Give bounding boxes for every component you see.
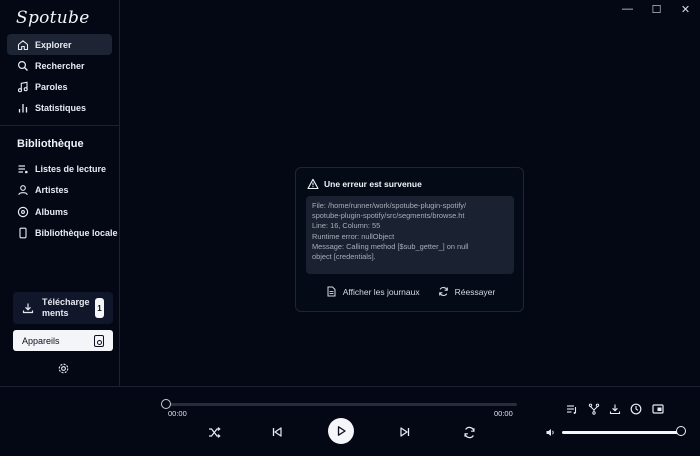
sidebar-item-paroles[interactable]: Paroles <box>7 76 112 97</box>
maximize-button[interactable]: ☐ <box>642 0 671 18</box>
shuffle-icon[interactable] <box>207 425 221 439</box>
devices-button[interactable]: Appareils <box>13 330 113 351</box>
volume-slider[interactable] <box>562 431 681 434</box>
sidebar: Spotube Explorer Rechercher Paroles Stat… <box>0 0 120 386</box>
mini-player-icon[interactable] <box>652 403 664 415</box>
next-track-icon[interactable] <box>398 425 412 439</box>
app-logo: Spotube <box>16 8 90 28</box>
sidebar-item-label: Paroles <box>35 81 68 92</box>
sidebar-item-local-library[interactable]: Bibliothèque locale <box>7 222 119 243</box>
sidebar-item-label: Bibliothèque locale <box>35 227 118 238</box>
warning-icon <box>307 178 319 190</box>
sidebar-item-label: Listes de lecture <box>35 163 107 174</box>
sidebar-divider <box>0 125 120 126</box>
error-details: File: /home/runner/work/spotube-plugin-s… <box>306 196 514 274</box>
sidebar-item-artistes[interactable]: Artistes <box>7 179 112 200</box>
retry-label: Réessayer <box>454 286 496 297</box>
search-icon <box>17 60 29 72</box>
play-icon <box>337 426 346 436</box>
download-track-icon[interactable] <box>609 403 621 415</box>
error-actions: Afficher les journaux Réessayer <box>296 286 525 297</box>
settings-gear-icon[interactable] <box>57 362 70 375</box>
devices-label: Appareils <box>22 335 60 346</box>
error-line: spotube-plugin-spotify/src/segments/brow… <box>312 211 465 221</box>
speaker-icon <box>94 335 104 347</box>
phone-icon <box>17 227 29 239</box>
download-icon <box>22 303 34 314</box>
show-logs-button[interactable]: Afficher les journaux <box>326 286 420 297</box>
bar-chart-icon <box>17 102 29 114</box>
volume-level <box>562 431 681 434</box>
current-time: 00:00 <box>168 409 187 418</box>
document-icon <box>327 286 336 297</box>
disc-icon <box>17 206 29 218</box>
error-line: Message: Calling method [$sub_getter_] o… <box>312 241 469 251</box>
close-button[interactable]: ✕ <box>671 0 700 18</box>
seek-bar[interactable] <box>166 403 517 406</box>
volume-icon[interactable] <box>545 427 556 438</box>
sidebar-item-label: Rechercher <box>35 60 85 71</box>
downloads-label: Téléchargements <box>42 297 90 318</box>
window-controls: — ☐ ✕ <box>613 0 700 18</box>
downloads-button[interactable]: Téléchargements 1 <box>13 292 113 324</box>
previous-track-icon[interactable] <box>270 425 284 439</box>
volume-handle[interactable] <box>676 426 686 436</box>
library-title: Bibliothèque <box>17 138 84 150</box>
sidebar-item-label: Artistes <box>35 184 69 195</box>
player-bar: 00:00 00:00 <box>0 386 700 456</box>
sidebar-item-label: Explorer <box>35 39 72 50</box>
alternative-source-icon[interactable] <box>588 403 600 415</box>
error-title: Une erreur est survenue <box>307 178 422 190</box>
error-line: Runtime error: nullObject <box>312 231 395 241</box>
error-line: object [credentials]. <box>312 252 376 262</box>
queue-icon[interactable] <box>566 403 578 415</box>
playlist-icon <box>17 163 29 175</box>
error-card: Une erreur est survenue File: /home/runn… <box>295 167 524 312</box>
downloads-count-badge: 1 <box>95 298 104 318</box>
person-icon <box>17 184 29 196</box>
clock-icon[interactable] <box>630 403 642 415</box>
music-note-icon <box>17 81 29 93</box>
error-line: Line: 16, Column: 55 <box>312 221 381 231</box>
sidebar-item-explorer[interactable]: Explorer <box>7 34 112 55</box>
home-icon <box>17 39 29 51</box>
repeat-icon[interactable] <box>462 425 476 439</box>
error-line: File: /home/runner/work/spotube-plugin-s… <box>312 201 467 210</box>
sidebar-item-rechercher[interactable]: Rechercher <box>7 55 112 76</box>
error-title-text: Une erreur est survenue <box>324 179 422 189</box>
total-duration: 00:00 <box>494 409 513 418</box>
retry-button[interactable]: Réessayer <box>438 286 496 297</box>
refresh-icon <box>438 286 448 297</box>
minimize-button[interactable]: — <box>613 0 642 18</box>
play-button[interactable] <box>328 418 354 444</box>
sidebar-item-label: Statistiques <box>35 102 87 113</box>
sidebar-item-statistiques[interactable]: Statistiques <box>7 97 112 118</box>
seek-handle[interactable] <box>161 399 171 409</box>
sidebar-item-albums[interactable]: Albums <box>7 201 112 222</box>
sidebar-item-label: Albums <box>35 206 69 217</box>
sidebar-item-playlists[interactable]: Listes de lecture <box>7 158 112 179</box>
show-logs-label: Afficher les journaux <box>342 286 420 297</box>
